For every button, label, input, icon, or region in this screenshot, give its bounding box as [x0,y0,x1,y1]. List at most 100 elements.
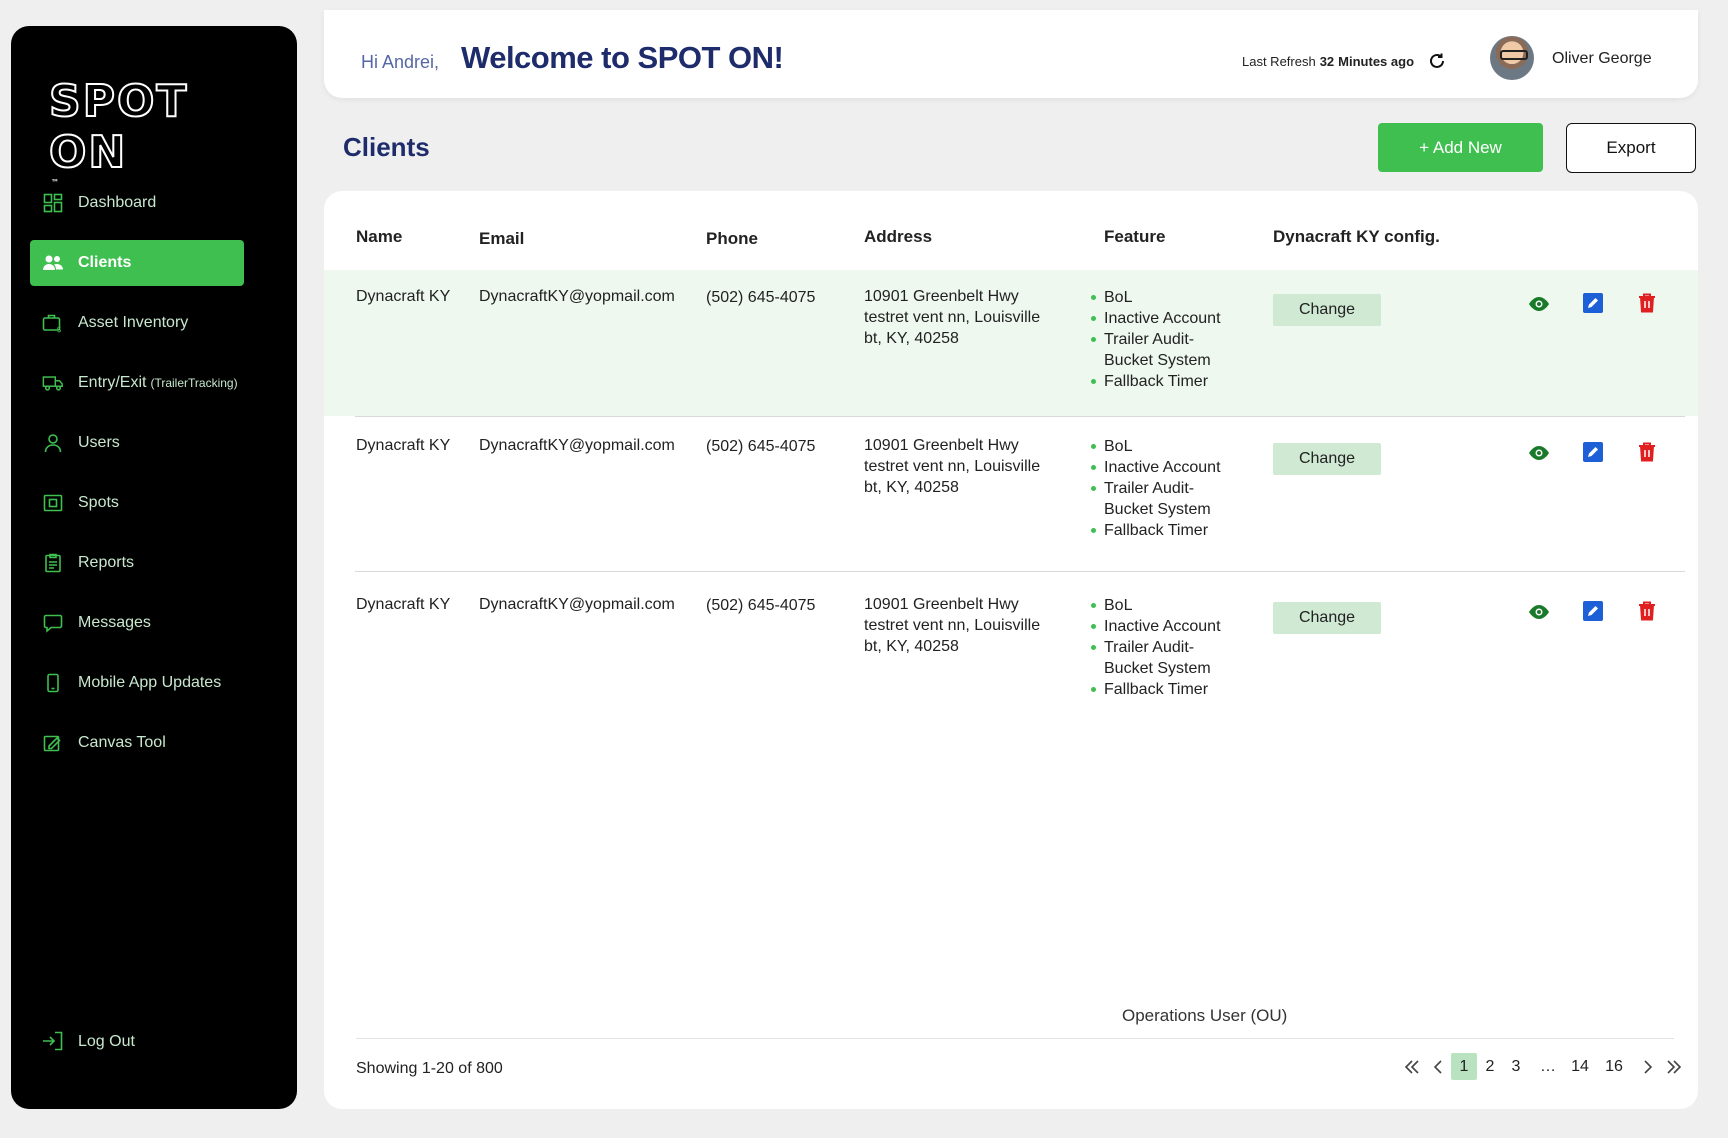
view-icon[interactable] [1527,441,1551,465]
page-button-14[interactable]: 14 [1567,1053,1593,1080]
feature-item: Bucket System [1104,352,1211,369]
clipboard-icon [42,552,64,574]
last-refresh-unit: Minutes ago [1338,53,1415,69]
message-icon [42,612,64,634]
address-line: 10901 Greenbelt Hwy [864,596,1019,613]
sidebar: SPOT ON™ Dashboard Clients $ Asset Inven… [11,26,297,1109]
page-button-3[interactable]: 3 [1503,1053,1529,1080]
edit-icon[interactable] [1581,291,1605,315]
feature-item: Inactive Account [1090,616,1221,637]
page-button-2[interactable]: 2 [1477,1053,1503,1080]
page-title: Clients [343,132,430,162]
feature-item: BoL [1090,595,1221,616]
sidebar-item-dashboard[interactable]: Dashboard [30,180,244,226]
welcome-title: Welcome to SPOT ON! [461,40,784,75]
delete-icon[interactable] [1635,440,1659,464]
sidebar-item-entry-exit[interactable]: Entry/Exit (TrailerTracking) [30,360,244,406]
address-line: testret vent nn, Louisville [864,617,1041,634]
top-header: Hi Andrei, Welcome to SPOT ON! Last Refr… [324,10,1698,98]
column-header-name: Name [356,227,403,246]
table-row[interactable]: Dynacraft KY DynacraftKY@yopmail.com (50… [324,417,1698,562]
table-row[interactable]: Dynacraft KY DynacraftKY@yopmail.com (50… [324,572,1698,722]
client-phone: (502) 645-4075 [706,438,816,455]
logout-label: Log Out [78,1033,135,1050]
edit-icon[interactable] [1581,440,1605,464]
sidebar-nav: Dashboard Clients $ Asset Inventory Entr… [30,180,290,780]
sidebar-item-reports[interactable]: Reports [30,540,244,586]
logout-icon [42,1031,64,1053]
feature-item: Fallback Timer [1090,520,1221,541]
sidebar-item-suffix: (TrailerTracking) [150,376,238,390]
delete-icon[interactable] [1635,599,1659,623]
client-email: DynacraftKY@yopmail.com [479,288,675,305]
showing-total: 800 [476,1060,503,1077]
spot-icon [42,492,64,514]
view-icon[interactable] [1527,292,1551,316]
change-config-button[interactable]: Change [1273,294,1381,326]
clients-table: Name Email Phone Address Feature Dynacra… [324,191,1698,1109]
column-header-config: Dynacraft KY config. [1273,227,1440,246]
address-line: testret vent nn, Louisville [864,309,1041,326]
truck-icon [42,372,64,394]
sidebar-item-spots[interactable]: Spots [30,480,244,526]
column-header-phone: Phone [706,229,758,248]
table-row[interactable]: Dynacraft KY DynacraftKY@yopmail.com (50… [324,270,1698,416]
sidebar-item-messages[interactable]: Messages [30,600,244,646]
next-page-icon[interactable] [1635,1053,1661,1080]
last-refresh-value: 32 [1319,53,1335,69]
feature-item: BoL [1090,287,1221,308]
sidebar-item-label: Users [78,434,120,451]
client-email: DynacraftKY@yopmail.com [479,596,675,613]
last-refresh-label: Last Refresh [1242,53,1316,69]
spot-on-logo: SPOT ON™ [48,75,269,187]
client-name: Dynacraft KY [356,288,451,305]
feature-item: Trailer Audit- [1090,329,1221,350]
page-button-16[interactable]: 16 [1601,1053,1627,1080]
prev-page-icon[interactable] [1425,1053,1451,1080]
first-page-icon[interactable] [1399,1053,1425,1080]
client-email: DynacraftKY@yopmail.com [479,437,675,454]
sidebar-item-label: Clients [78,254,132,271]
client-address: 10901 Greenbelt Hwy testret vent nn, Lou… [864,594,1040,657]
feature-item: Bucket System [1104,501,1211,518]
operations-user-label: Operations User (OU) [1122,1006,1288,1025]
feature-item: Fallback Timer [1090,371,1221,392]
pagination-summary: Showing 1-20 of 800 [356,1060,503,1078]
view-icon[interactable] [1527,600,1551,624]
sidebar-item-mobile-app-updates[interactable]: Mobile App Updates [30,660,244,706]
briefcase-dollar-icon: $ [42,312,64,334]
change-config-button[interactable]: Change [1273,443,1381,475]
logout-button[interactable]: Log Out [42,1031,135,1053]
refresh-icon[interactable] [1428,52,1446,70]
sidebar-item-clients[interactable]: Clients [30,240,244,286]
sidebar-item-label: Messages [78,614,151,631]
change-config-button[interactable]: Change [1273,602,1381,634]
sidebar-item-label: Spots [78,494,119,511]
sidebar-item-label: Canvas Tool [78,734,166,751]
feature-item: Bucket System [1104,660,1211,677]
pagination: 1 2 3 … 14 16 [1399,1053,1687,1080]
export-button[interactable]: Export [1566,123,1696,173]
address-line: 10901 Greenbelt Hwy [864,288,1019,305]
avatar[interactable] [1490,36,1534,80]
sidebar-item-users[interactable]: Users [30,420,244,466]
sidebar-item-label: Reports [78,554,135,571]
address-line: bt, KY, 40258 [864,330,959,347]
sidebar-item-asset-inventory[interactable]: $ Asset Inventory [30,300,244,346]
address-line: 10901 Greenbelt Hwy [864,437,1019,454]
edit-icon[interactable] [1581,599,1605,623]
add-new-button[interactable]: + Add New [1378,123,1543,172]
footer-divider [356,1038,1674,1039]
sidebar-item-label: Asset Inventory [78,314,189,331]
feature-list: BoL Inactive Account Trailer Audit- Buck… [1090,436,1221,541]
sidebar-item-canvas-tool[interactable]: Canvas Tool [30,720,244,766]
feature-item: Trailer Audit- [1090,637,1221,658]
delete-icon[interactable] [1635,291,1659,315]
page-button-1[interactable]: 1 [1451,1053,1477,1080]
client-phone: (502) 645-4075 [706,289,816,306]
last-page-icon[interactable] [1661,1053,1687,1080]
user-name[interactable]: Oliver George [1552,50,1652,68]
mobile-icon [42,672,64,694]
client-name: Dynacraft KY [356,596,451,613]
showing-label: Showing 1-20 of [356,1060,472,1077]
